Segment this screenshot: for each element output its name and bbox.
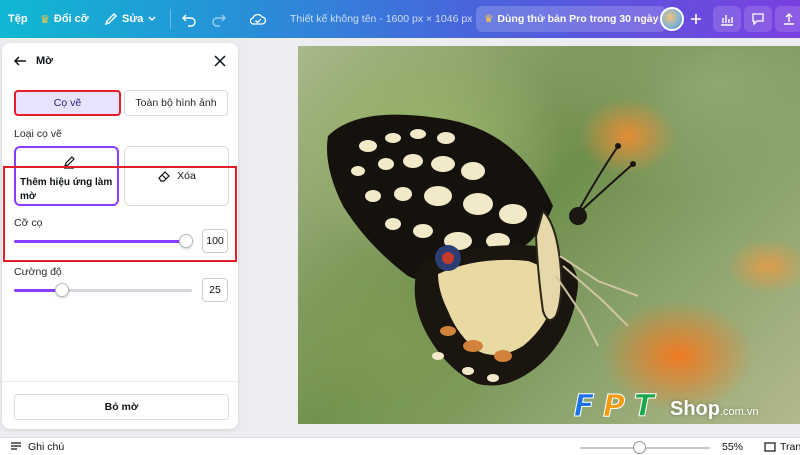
pages-icon — [764, 442, 776, 452]
tab-whole-image[interactable]: Toàn bộ hình ảnh — [124, 90, 228, 116]
upload-icon — [784, 13, 794, 25]
notes-label: Ghi chú — [28, 441, 65, 453]
remove-blur-button[interactable]: Bỏ mờ — [14, 394, 229, 420]
panel-title: Mờ — [36, 55, 53, 67]
panel-divider — [2, 381, 238, 382]
avatar[interactable] — [660, 7, 684, 31]
annotation-highlight — [3, 166, 237, 262]
logo-domain: .com.vn — [720, 406, 759, 418]
brush-type-label: Loại cọ vẽ — [14, 128, 62, 140]
crown-icon: ♛ — [484, 13, 494, 25]
pages-label: Trang — [780, 441, 800, 453]
plus-icon — [691, 14, 701, 24]
resize-label: Đổi cỡ — [53, 13, 89, 25]
add-collaborator-button[interactable] — [682, 6, 710, 32]
file-menu[interactable]: Tệp — [8, 13, 28, 25]
intensity-label: Cường độ — [14, 266, 62, 278]
pro-trial-label: Dùng thử bản Pro trong 30 ngày — [497, 13, 659, 25]
butterfly-photo — [327, 114, 639, 386]
tab-whole-image-label: Toàn bộ hình ảnh — [135, 97, 217, 109]
edit-label: Sửa — [122, 13, 144, 25]
zoom-slider-thumb[interactable] — [633, 441, 646, 454]
intensity-slider[interactable] — [14, 283, 192, 297]
notes-icon — [11, 442, 21, 450]
insights-button[interactable] — [713, 6, 741, 32]
notes-button[interactable]: Ghi chú — [10, 441, 64, 453]
document-title-text: Thiết kế không tên - 1600 px × 1046 px — [290, 13, 473, 25]
close-icon[interactable] — [212, 53, 228, 69]
undo-icon[interactable] — [180, 10, 198, 28]
crown-icon: ♛ — [40, 13, 50, 26]
design-canvas[interactable] — [298, 46, 800, 424]
intensity-value[interactable]: 25 — [202, 278, 228, 302]
bar-chart-icon — [721, 15, 733, 26]
pages-button[interactable]: Trang — [764, 441, 800, 453]
pencil-icon — [104, 13, 117, 26]
logo-shop-text: Shop.com.vn — [670, 398, 759, 421]
intensity-thumb[interactable] — [55, 283, 69, 297]
comment-icon — [752, 13, 764, 26]
comments-button[interactable] — [744, 6, 772, 32]
redo-icon[interactable] — [210, 10, 228, 28]
share-button[interactable] — [775, 6, 800, 32]
document-title[interactable]: Thiết kế không tên - 1600 px × 1046 px — [290, 13, 472, 25]
chevron-down-icon — [148, 16, 156, 22]
logo-letter-t: T — [633, 389, 655, 425]
logo-letter-p: P — [603, 389, 626, 425]
fpt-logo-mark: F P T — [570, 388, 658, 426]
tab-brush-label: Cọ vẽ — [53, 97, 82, 109]
tab-brush[interactable]: Cọ vẽ — [14, 90, 121, 116]
zoom-level[interactable]: 55% — [722, 441, 743, 453]
bottom-bar: Ghi chú 55% Trang — [0, 437, 800, 455]
top-toolbar: Tệp ♛ Đổi cỡ Sửa Thiết kế không tên - 16… — [0, 0, 800, 38]
resize-button[interactable]: ♛ Đổi cỡ — [40, 13, 89, 26]
back-arrow-icon[interactable] — [12, 53, 28, 69]
cloud-saved-icon[interactable] — [249, 10, 267, 28]
remove-blur-label: Bỏ mờ — [104, 401, 139, 413]
file-menu-label: Tệp — [8, 13, 28, 25]
fpt-shop-logo: F P T Shop.com.vn — [570, 388, 770, 428]
toolbar-divider — [170, 9, 171, 29]
pro-trial-button[interactable]: ♛ Dùng thử bản Pro trong 30 ngày — [476, 6, 667, 32]
edit-menu[interactable]: Sửa — [104, 12, 157, 26]
panel-header: Mờ — [2, 43, 238, 77]
logo-letter-f: F — [573, 389, 595, 425]
logo-shop-word: Shop — [670, 398, 720, 420]
